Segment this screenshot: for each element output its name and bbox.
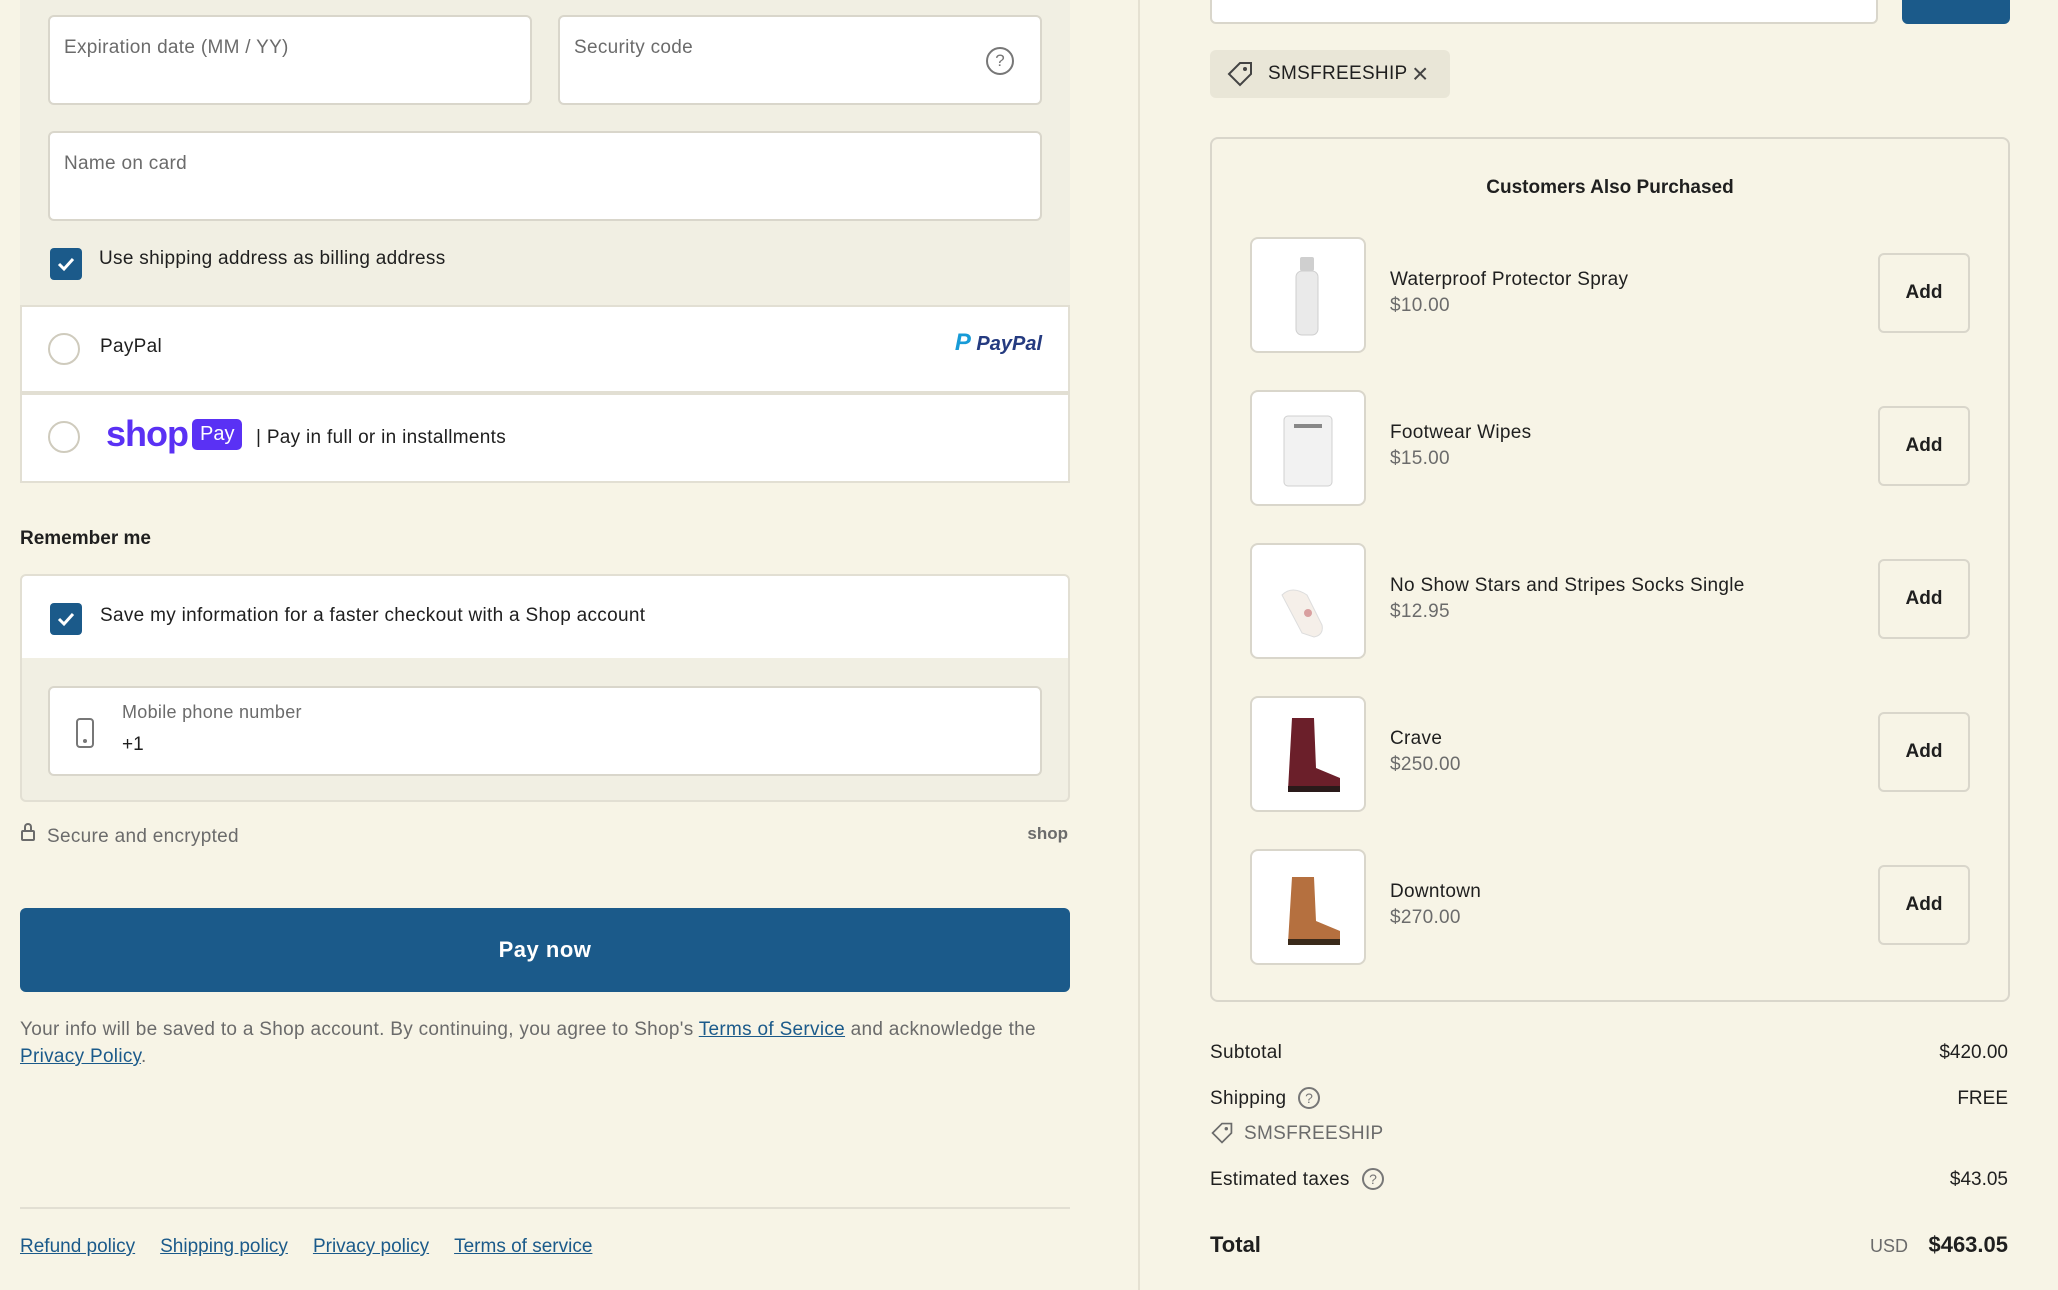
shop-small-logo: shop [1027, 824, 1068, 843]
remember-me-heading: Remember me [20, 528, 151, 549]
name-on-card-field[interactable]: Name on card [48, 131, 1042, 221]
footer-links: Refund policy Shipping policy Privacy po… [20, 1236, 592, 1258]
subtotal-value: $420.00 [1939, 1042, 2008, 1063]
product-thumbnail [1250, 390, 1366, 506]
product-name: Downtown [1390, 881, 1482, 902]
name-on-card-placeholder: Name on card [64, 153, 187, 174]
product-name: Waterproof Protector Spray [1390, 269, 1629, 290]
help-icon[interactable]: ? [986, 47, 1014, 75]
boot-icon [1288, 718, 1340, 792]
add-product-button[interactable]: Add [1878, 559, 1970, 639]
paypal-logo-text: PayPal [976, 333, 1042, 355]
shipping-value: FREE [1957, 1088, 2008, 1109]
security-code-field[interactable]: Security code ? [558, 15, 1042, 105]
product-price: $15.00 [1390, 448, 1450, 469]
refund-policy-link[interactable]: Refund policy [20, 1236, 135, 1258]
remove-discount-icon[interactable]: × [1412, 58, 1428, 90]
shipping-policy-link[interactable]: Shipping policy [160, 1236, 288, 1258]
consent-suffix: . [141, 1046, 147, 1067]
also-purchased-box: Customers Also Purchased Waterproof Prot… [1210, 137, 2010, 1002]
terms-of-service-footer-link[interactable]: Terms of service [454, 1236, 592, 1258]
discount-tag: SMSFREESHIP × [1210, 50, 1450, 98]
save-info-checkbox[interactable] [50, 603, 82, 635]
billing-address-label: Use shipping address as billing address [99, 248, 446, 269]
product-thumbnail [1250, 849, 1366, 965]
total-currency: USD [1869, 1236, 1908, 1256]
save-info-row[interactable]: Save my information for a faster checkou… [20, 574, 1070, 660]
expiration-date-field[interactable]: Expiration date (MM / YY) [48, 15, 532, 105]
taxes-help-icon[interactable]: ? [1362, 1168, 1384, 1190]
discount-code-field[interactable] [1210, 0, 1878, 24]
product-price: $12.95 [1390, 601, 1450, 622]
shop-pay-badge: Pay [192, 418, 243, 450]
secure-text: Secure and encrypted [47, 826, 239, 847]
boot-icon [1288, 877, 1340, 945]
phone-value: +1 [122, 734, 144, 755]
shop-pay-label: | Pay in full or in installments [256, 427, 507, 448]
shop-pay-logo: shop Pay [106, 413, 243, 455]
product-name: Crave [1390, 728, 1443, 749]
tag-icon [1227, 62, 1252, 87]
total-value: $463.05 [1928, 1232, 2008, 1257]
privacy-policy-footer-link[interactable]: Privacy policy [313, 1236, 429, 1258]
wipes-pack-icon [1283, 415, 1333, 487]
estimated-taxes-label: Estimated taxes [1210, 1169, 1350, 1190]
billing-address-checkbox[interactable] [50, 248, 82, 280]
sock-icon [1281, 589, 1323, 638]
footer-divider [20, 1207, 1070, 1209]
discount-code-text: SMSFREESHIP [1268, 63, 1408, 84]
spray-bottle-icon [1295, 257, 1319, 336]
shop-pay-option[interactable]: shop Pay | Pay in full or in installment… [20, 393, 1070, 483]
paypal-p-icon: P [954, 329, 971, 356]
pay-now-button[interactable]: Pay now [20, 908, 1070, 992]
consent-text: Your info will be saved to a Shop accoun… [20, 1016, 1080, 1070]
estimated-taxes-value: $43.05 [1949, 1169, 2008, 1190]
save-info-label: Save my information for a faster checkou… [100, 605, 646, 626]
product-price: $250.00 [1390, 754, 1461, 775]
phone-icon [76, 718, 94, 748]
add-product-button[interactable]: Add [1878, 712, 1970, 792]
product-name: No Show Stars and Stripes Socks Single [1390, 575, 1745, 596]
apply-discount-button[interactable] [1902, 0, 2010, 24]
check-icon [57, 612, 75, 627]
mobile-phone-field[interactable]: Mobile phone number +1 [48, 686, 1042, 776]
checkout-main: Expiration date (MM / YY) Security code … [0, 0, 1138, 1290]
paypal-radio[interactable] [48, 333, 80, 365]
add-product-button[interactable]: Add [1878, 406, 1970, 486]
shop-pay-radio[interactable] [48, 421, 80, 453]
shipping-help-icon[interactable]: ? [1298, 1087, 1320, 1109]
product-name: Footwear Wipes [1390, 422, 1532, 443]
paypal-label: PayPal [100, 336, 163, 357]
tag-icon [1211, 1122, 1233, 1144]
paypal-logo: P PayPal [955, 329, 1042, 357]
lock-icon [21, 823, 35, 841]
product-price: $10.00 [1390, 295, 1450, 316]
expiration-date-placeholder: Expiration date (MM / YY) [64, 37, 289, 58]
total-label: Total [1210, 1232, 1261, 1257]
terms-of-service-link[interactable]: Terms of Service [699, 1019, 845, 1040]
shipping-label: Shipping [1210, 1088, 1287, 1109]
shop-logo-text: shop [106, 413, 189, 454]
check-icon [57, 257, 75, 272]
add-product-button[interactable]: Add [1878, 253, 1970, 333]
security-code-placeholder: Security code [574, 37, 694, 58]
shipping-discount-code: SMSFREESHIP [1244, 1123, 1384, 1144]
product-thumbnail [1250, 543, 1366, 659]
order-summary: SMSFREESHIP × Customers Also Purchased W… [1138, 0, 2058, 1290]
phone-label: Mobile phone number [122, 702, 302, 722]
paypal-option[interactable]: PayPal P PayPal [20, 305, 1070, 393]
privacy-policy-link[interactable]: Privacy Policy [20, 1046, 141, 1067]
consent-middle: and acknowledge the [845, 1019, 1036, 1040]
add-product-button[interactable]: Add [1878, 865, 1970, 945]
product-thumbnail [1250, 237, 1366, 353]
subtotal-label: Subtotal [1210, 1042, 1283, 1063]
also-purchased-heading: Customers Also Purchased [1486, 177, 1734, 198]
product-thumbnail [1250, 696, 1366, 812]
product-price: $270.00 [1390, 907, 1461, 928]
consent-prefix: Your info will be saved to a Shop accoun… [20, 1019, 699, 1040]
